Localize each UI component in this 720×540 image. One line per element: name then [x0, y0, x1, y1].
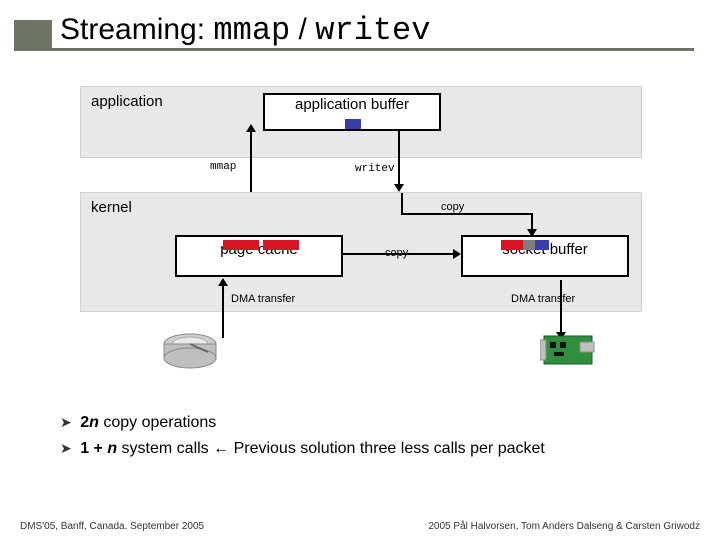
layer-application: application application buffer [80, 86, 642, 158]
arrow-dma-left-line [222, 284, 224, 338]
layer-application-label: application [91, 93, 163, 110]
slide: Streaming: mmap / writev application app… [0, 0, 720, 540]
label-writev: writev [355, 163, 395, 175]
data-chip-red2 [263, 240, 299, 250]
title-code-mmap: mmap [213, 12, 290, 49]
hard-disk-icon [160, 330, 220, 370]
data-chip-red1 [223, 240, 259, 250]
label-dma-left: DMA transfer [231, 293, 295, 305]
label-dma-right: DMA transfer [511, 293, 575, 305]
bullet-2-n: n [107, 440, 117, 457]
sb-chip-blue [535, 240, 549, 250]
arrow-mmap-head-up [246, 124, 256, 132]
bullet-1-rest: copy operations [99, 414, 216, 431]
box-application-buffer-label: application buffer [295, 96, 409, 113]
layer-kernel-label: kernel [91, 199, 132, 216]
box-page-cache: page cache [175, 235, 343, 277]
arrow-writev-line [398, 130, 400, 186]
arrow-writev-head [394, 184, 404, 192]
bullet-marker-icon: ➤ [60, 414, 72, 430]
arrow-copy-mid-head [453, 249, 461, 259]
bullet-2-prefix: 1 + [80, 440, 107, 457]
arrow-copy-top-h [401, 213, 531, 215]
network-card-icon [540, 332, 600, 370]
title-text-1: Streaming: [60, 13, 213, 46]
arrow-copy-mid-line [341, 253, 453, 255]
box-application-buffer: application buffer [263, 93, 441, 131]
bullet-2: ➤ 1 + n system calls ← Previous solution… [60, 436, 545, 462]
label-mmap: mmap [210, 161, 236, 173]
box-socket-buffer: socket buffer [461, 235, 629, 277]
sb-chip-grey [523, 240, 535, 250]
bullet-1-prefix: 2 [80, 414, 89, 431]
title-accent-block [14, 20, 52, 48]
sb-chip-red [501, 240, 523, 250]
bullet-marker-icon: ➤ [60, 440, 72, 456]
footer-right: 2005 Pål Halvorsen, Tom Anders Dalseng &… [428, 521, 700, 532]
arrow-dma-left-head [218, 278, 228, 286]
slide-title: Streaming: mmap / writev [60, 12, 430, 49]
bullet-1: ➤ 2n copy operations [60, 410, 545, 436]
bullet-2-rest: system calls ← Previous solution three l… [117, 440, 545, 457]
arrow-copy-top-v [401, 193, 403, 213]
arrow-copy-top-head [527, 229, 537, 237]
title-text-2: / [290, 13, 315, 46]
bullet-list: ➤ 2n copy operations ➤ 1 + n system call… [60, 410, 545, 461]
data-chip-blue [345, 119, 361, 129]
bullet-1-n: n [89, 414, 99, 431]
arrow-dma-right-line [560, 280, 562, 334]
layer-kernel: kernel copy page cache copy socket buffe… [80, 192, 642, 312]
footer-left: DMS'05, Banff, Canada. September 2005 [20, 521, 204, 532]
label-copy-top: copy [441, 201, 464, 213]
title-code-writev: writev [315, 12, 430, 49]
